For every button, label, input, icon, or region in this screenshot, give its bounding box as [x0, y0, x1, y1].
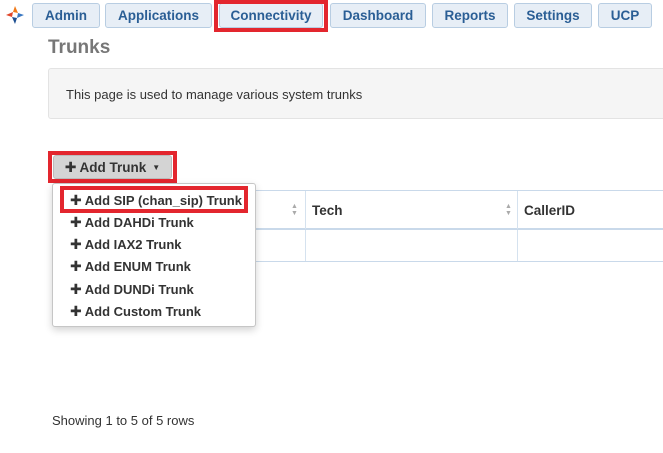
menu-item-add-enum-trunk[interactable]: ✚ Add ENUM Trunk	[70, 257, 191, 275]
nav-tab-admin[interactable]: Admin	[32, 3, 100, 28]
menu-item-add-sip-trunk[interactable]: ✚ Add SIP (chan_sip) Trunk	[70, 191, 242, 209]
nav-tab-ucp[interactable]: UCP	[598, 3, 652, 28]
menu-item-label: Add ENUM Trunk	[84, 258, 191, 274]
menu-item-add-dahdi-trunk[interactable]: ✚ Add DAHDi Trunk	[70, 213, 194, 231]
plus-icon: ✚	[70, 302, 82, 319]
plus-icon: ✚	[70, 235, 82, 252]
menu-item-label: Add SIP (chan_sip) Trunk	[84, 192, 242, 208]
nav-tab-reports[interactable]: Reports	[432, 3, 508, 28]
sort-icon[interactable]: ▲ ▼	[291, 203, 298, 217]
caret-down-icon: ▼	[152, 162, 161, 172]
sort-icon[interactable]: ▲ ▼	[505, 203, 512, 217]
description-text: This page is used to manage various syst…	[66, 87, 363, 102]
column-label: CallerID	[524, 202, 576, 218]
table-row[interactable]	[254, 230, 663, 262]
nav-tab-settings[interactable]: Settings	[514, 3, 592, 28]
column-label: Tech	[312, 202, 343, 218]
top-navigation-bar: Admin Applications Connectivity Dashboar…	[0, 0, 663, 32]
plus-icon: ✚	[70, 213, 82, 230]
freepbx-logo-icon[interactable]	[4, 4, 26, 26]
nav-tab-applications[interactable]: Applications	[105, 3, 212, 28]
column-header-callerid[interactable]: CallerID	[517, 191, 663, 229]
nav-tab-connectivity[interactable]: Connectivity	[219, 3, 323, 28]
menu-item-add-custom-trunk[interactable]: ✚ Add Custom Trunk	[70, 302, 201, 320]
menu-item-label: Add DAHDi Trunk	[84, 214, 194, 230]
trunks-table-header: Tech ▲ ▼ ▲ ▼ CallerID	[254, 190, 663, 230]
menu-item-label: Add Custom Trunk	[84, 303, 202, 319]
plus-icon: ✚	[70, 280, 82, 297]
column-header-tech[interactable]: Tech	[305, 191, 517, 229]
nav-tab-dashboard[interactable]: Dashboard	[330, 3, 426, 28]
plus-icon: ✚	[70, 191, 82, 208]
menu-item-add-iax2-trunk[interactable]: ✚ Add IAX2 Trunk	[70, 235, 182, 253]
page-title: Trunks	[48, 37, 111, 58]
add-trunk-dropdown-menu: ✚ Add SIP (chan_sip) Trunk ✚ Add DAHDi T…	[52, 183, 256, 327]
pagination-info: Showing 1 to 5 of 5 rows	[52, 413, 195, 428]
menu-item-add-dundi-trunk[interactable]: ✚ Add DUNDi Trunk	[70, 280, 194, 298]
plus-icon: ✚	[64, 158, 77, 175]
add-trunk-label: Add Trunk	[79, 159, 147, 175]
add-trunk-button[interactable]: ✚ Add Trunk ▼	[53, 155, 172, 179]
description-panel: This page is used to manage various syst…	[48, 68, 663, 119]
menu-item-label: Add IAX2 Trunk	[84, 236, 182, 252]
menu-item-label: Add DUNDi Trunk	[84, 281, 194, 297]
plus-icon: ✚	[70, 257, 82, 274]
